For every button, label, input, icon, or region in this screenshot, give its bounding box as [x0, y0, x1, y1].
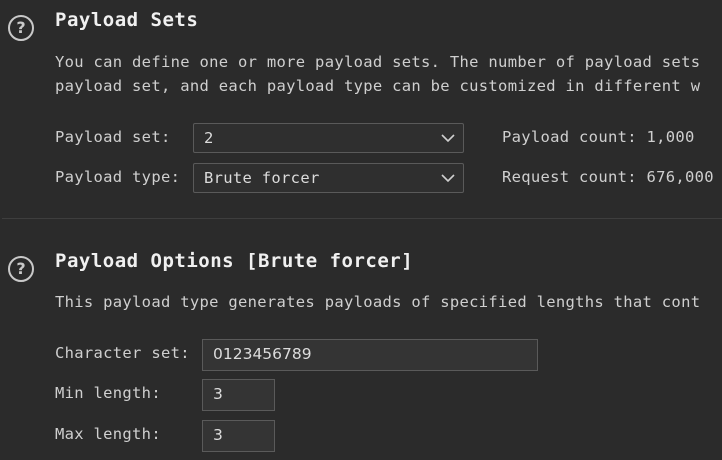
max-length-input[interactable]: 3: [202, 420, 275, 452]
max-length-label: Max length:: [55, 425, 161, 443]
request-count: Request count: 676,000: [502, 168, 714, 186]
payload-set-dropdown[interactable]: 2: [193, 123, 464, 153]
payload-set-value: 2: [204, 129, 214, 147]
payload-count: Payload count: 1,000: [502, 128, 695, 146]
min-length-input[interactable]: 3: [202, 379, 275, 411]
character-set-value: 0123456789: [213, 345, 312, 363]
payload-sets-description-line2: payload set, and each payload type can b…: [55, 77, 701, 95]
payload-type-value: Brute forcer: [204, 169, 320, 187]
payload-set-label: Payload set:: [55, 128, 171, 146]
payload-options-description: This payload type generates payloads of …: [55, 293, 701, 311]
payload-type-dropdown[interactable]: Brute forcer: [193, 163, 464, 193]
character-set-input[interactable]: 0123456789: [202, 339, 538, 371]
character-set-label: Character set:: [55, 344, 190, 362]
payload-sets-help-icon[interactable]: ?: [8, 15, 34, 41]
payload-sets-title: Payload Sets: [55, 9, 199, 31]
chevron-down-icon: [441, 174, 455, 183]
min-length-value: 3: [213, 385, 223, 403]
max-length-value: 3: [213, 426, 223, 444]
payload-sets-description-line1: You can define one or more payload sets.…: [55, 53, 701, 71]
payload-options-help-icon[interactable]: ?: [8, 256, 34, 282]
payload-options-title: Payload Options [Brute forcer]: [55, 250, 414, 272]
chevron-down-icon: [441, 134, 455, 143]
min-length-label: Min length:: [55, 384, 161, 402]
payload-type-label: Payload type:: [55, 168, 181, 186]
section-divider: [2, 218, 722, 219]
